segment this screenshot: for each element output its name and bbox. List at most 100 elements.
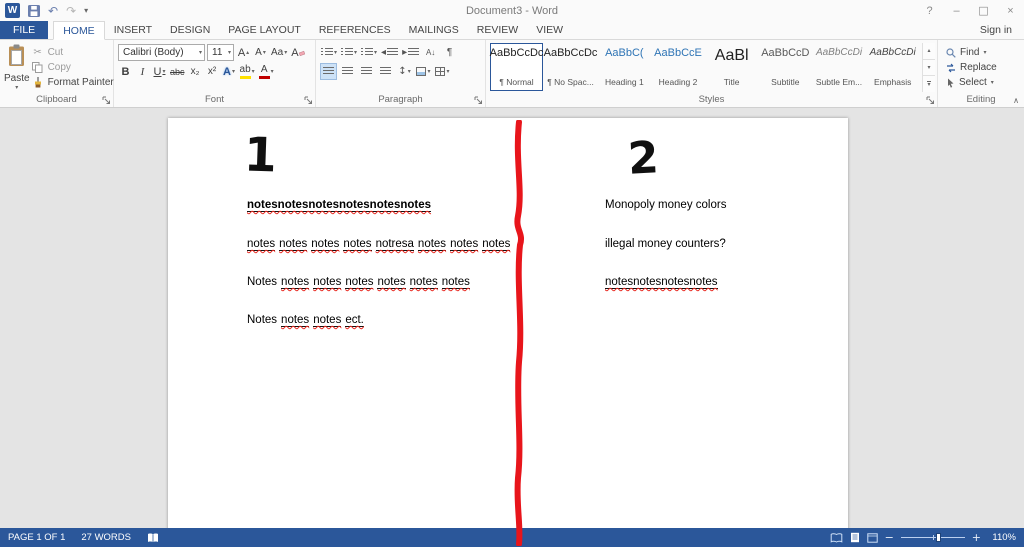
close-icon[interactable]: × [997, 0, 1024, 21]
zoom-slider-thumb[interactable] [935, 533, 941, 542]
decrease-indent-button[interactable]: ◂ [380, 44, 399, 61]
underline-button[interactable]: U ▾ [152, 63, 167, 80]
zoom-level[interactable]: 110% [988, 532, 1016, 543]
restore-icon[interactable]: □ [970, 0, 997, 21]
page-indicator[interactable]: PAGE 1 OF 1 [0, 528, 73, 547]
font-color-button[interactable]: A ▾ [258, 63, 275, 80]
shading-button[interactable]: ▾ [415, 63, 432, 80]
highlight-caret-icon: ▾ [251, 68, 255, 75]
word: notresa [375, 238, 414, 251]
numbering-button[interactable]: ▾ [340, 44, 358, 61]
help-icon[interactable]: ? [916, 0, 943, 21]
increase-indent-icon: ▸ [402, 47, 408, 58]
style-emphasis[interactable]: AaBbCcDi Emphasis [866, 43, 919, 91]
copy-button[interactable]: Copy [32, 60, 114, 75]
style-no-spacing[interactable]: AaBbCcDc ¶ No Spac... [543, 43, 598, 91]
style-subtitle[interactable]: AaBbCcD Subtitle [759, 43, 812, 91]
shrink-font-button[interactable]: A ▾ [253, 44, 268, 61]
bold-button[interactable]: B [118, 63, 133, 80]
styles-group-label: Styles [698, 94, 725, 105]
style-preview: AaBbCcDi [869, 47, 916, 58]
qat-customize-icon[interactable]: ▾ [84, 6, 88, 15]
style-heading-1[interactable]: AaBbC( Heading 1 [598, 43, 651, 91]
style-name: Heading 1 [604, 77, 644, 87]
word-count[interactable]: 27 WORDS [73, 528, 139, 547]
highlight-button[interactable]: ab ▾ [239, 63, 256, 80]
style-preview: AaBbCcDc [543, 47, 598, 59]
style-normal[interactable]: AaBbCcDc ¶ Normal [490, 43, 543, 91]
zoom-in-button[interactable]: + [972, 531, 981, 544]
text-effects-button[interactable]: A ▾ [222, 63, 237, 80]
cut-label: Cut [47, 47, 64, 58]
tab-insert[interactable]: INSERT [105, 21, 161, 39]
format-painter-button[interactable]: Format Painter [32, 75, 114, 90]
quick-access-toolbar: W ↶ ↷ ▾ [0, 3, 88, 18]
undo-icon[interactable]: ↶ [48, 5, 58, 17]
proofing-status[interactable] [139, 528, 167, 547]
bullets-button[interactable]: ▾ [320, 44, 338, 61]
read-mode-button[interactable] [830, 532, 843, 543]
zoom-out-button[interactable]: − [885, 531, 894, 544]
show-formatting-marks-button[interactable]: ¶ [441, 44, 458, 61]
clipboard-dialog-launcher-icon[interactable] [102, 95, 111, 104]
web-layout-button[interactable] [866, 532, 878, 543]
style-name: Subtle Em... [815, 77, 863, 87]
subscript-button[interactable]: x₂ [188, 63, 203, 80]
cut-button[interactable]: ✂ Cut [32, 45, 114, 60]
more-caret: ▾ [927, 80, 931, 88]
styles-scroll-up-icon[interactable]: ▴ [923, 43, 935, 60]
tab-view[interactable]: VIEW [527, 21, 572, 39]
multilevel-list-button[interactable]: ▾ [360, 44, 378, 61]
ribbon: Paste ▾ ✂ Cut Copy Format Painter Clipbo… [0, 40, 1024, 108]
font-color-label: A [260, 63, 268, 75]
font-size-combo[interactable]: 11 ▾ [207, 44, 234, 61]
styles-dialog-launcher-icon[interactable] [926, 95, 935, 104]
find-button[interactable]: Find ▾ [946, 45, 1024, 60]
tab-page-layout[interactable]: PAGE LAYOUT [219, 21, 310, 39]
tab-design[interactable]: DESIGN [161, 21, 219, 39]
font-family-combo[interactable]: Calibri (Body) ▾ [118, 44, 205, 61]
replace-button[interactable]: Replace [946, 60, 1024, 75]
align-right-button[interactable] [358, 63, 375, 80]
paragraph-dialog-launcher-icon[interactable] [474, 95, 483, 104]
line-spacing-button[interactable]: ↕ ▾ [396, 63, 413, 80]
paste-button[interactable]: Paste ▾ [4, 43, 30, 92]
change-case-button[interactable]: Aa ▾ [270, 44, 288, 61]
increase-indent-button[interactable]: ▸ [401, 44, 420, 61]
clear-formatting-button[interactable]: A [290, 44, 305, 61]
minimize-icon[interactable]: – [943, 0, 970, 21]
tab-review[interactable]: REVIEW [468, 21, 527, 39]
style-heading-2[interactable]: AaBbCcE Heading 2 [652, 43, 705, 91]
word: notes [311, 238, 340, 251]
sort-button[interactable]: A↓ [422, 44, 439, 61]
grow-font-button[interactable]: A ▴ [236, 44, 251, 61]
word: notes [281, 314, 310, 327]
paragraph-group-label: Paragraph [378, 94, 423, 105]
title-bar: W ↶ ↷ ▾ Document3 - Word ? – □ × [0, 0, 1024, 21]
tab-file[interactable]: FILE [0, 21, 49, 39]
superscript-button[interactable]: x² [205, 63, 220, 80]
collapse-ribbon-icon[interactable]: ∧ [1013, 96, 1019, 105]
zoom-slider[interactable] [900, 533, 965, 542]
tab-mailings[interactable]: MAILINGS [400, 21, 468, 39]
tab-references[interactable]: REFERENCES [310, 21, 400, 39]
tab-home[interactable]: HOME [53, 21, 105, 40]
align-left-button[interactable] [320, 63, 337, 80]
align-center-button[interactable] [339, 63, 356, 80]
save-icon[interactable] [28, 4, 40, 17]
styles-scroll-down-icon[interactable]: ▾ [923, 59, 935, 77]
styles-gallery-more-icon[interactable]: ▾ [923, 76, 935, 93]
window-controls: ? – □ × [916, 0, 1024, 21]
italic-button[interactable]: I [135, 63, 150, 80]
borders-button[interactable]: ▾ [434, 63, 451, 80]
justify-button[interactable] [377, 63, 394, 80]
style-title[interactable]: AaBl Title [705, 43, 758, 91]
select-button[interactable]: Select ▾ [946, 75, 1024, 90]
strikethrough-button[interactable]: abc [169, 63, 186, 80]
style-subtle-emphasis[interactable]: AaBbCcDi Subtle Em... [813, 43, 866, 91]
font-dialog-launcher-icon[interactable] [304, 95, 313, 104]
print-layout-button[interactable] [850, 532, 860, 543]
word-logo-icon[interactable]: W [5, 3, 20, 18]
sign-in-link[interactable]: Sign in [968, 21, 1024, 39]
redo-icon[interactable]: ↷ [66, 5, 76, 17]
